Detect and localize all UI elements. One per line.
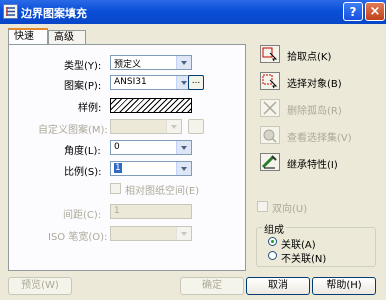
- ok-button[interactable]: 确定: [180, 277, 244, 295]
- custom-pattern-select[interactable]: [110, 119, 182, 134]
- nonassociative-radio[interactable]: [268, 251, 277, 260]
- type-select[interactable]: 预定义: [110, 55, 192, 70]
- double-label: 双向(U): [272, 204, 308, 215]
- scale-label: 比例(S):: [64, 167, 102, 178]
- help-title-button[interactable]: ?: [343, 2, 363, 21]
- scale-select[interactable]: 1: [110, 161, 192, 176]
- view-selections-button[interactable]: [260, 126, 280, 144]
- composition-group-title: 组成: [262, 221, 286, 236]
- angle-label: 角度(L):: [64, 146, 101, 157]
- relative-paperspace-label: 相对图纸空间(E): [125, 186, 200, 197]
- type-label: 类型(Y):: [64, 61, 102, 72]
- custom-pattern-browse-button[interactable]: [188, 119, 204, 134]
- custom-pattern-label: 自定义图案(M):: [38, 125, 108, 136]
- spacing-input[interactable]: 1: [110, 204, 192, 219]
- remove-islands-icon: [263, 101, 277, 115]
- pick-points-label[interactable]: 拾取点(K): [287, 48, 331, 63]
- chevron-down-icon[interactable]: [176, 56, 191, 69]
- pick-points-button[interactable]: [260, 45, 280, 63]
- hatch-sample-swatch[interactable]: [110, 98, 192, 113]
- relative-paperspace-checkbox[interactable]: [110, 183, 121, 194]
- help-button[interactable]: 帮助(H): [312, 277, 376, 295]
- spacing-label: 间距(C):: [63, 210, 102, 221]
- inherit-properties-button[interactable]: [260, 153, 280, 171]
- inherit-properties-label[interactable]: 继承特性(I): [287, 156, 338, 171]
- angle-select[interactable]: 0: [110, 140, 192, 155]
- close-button[interactable]: ×: [365, 2, 385, 21]
- associative-label[interactable]: 关联(A): [281, 236, 316, 251]
- chevron-down-icon[interactable]: [176, 162, 191, 175]
- sample-label: 样例:: [78, 103, 102, 114]
- app-icon: [3, 4, 18, 19]
- scale-value: 1: [114, 163, 122, 173]
- pattern-label: 图案(P):: [64, 81, 102, 92]
- title-bar: 边界图案填充 ? ×: [0, 0, 386, 24]
- select-objects-label[interactable]: 选择对象(B): [287, 75, 342, 90]
- cancel-button[interactable]: 取消: [246, 277, 310, 295]
- remove-islands-button[interactable]: [260, 99, 280, 117]
- pattern-browse-button[interactable]: ...: [188, 75, 204, 90]
- pick-points-icon: [262, 47, 278, 62]
- select-objects-button[interactable]: [260, 72, 280, 90]
- tab-advanced[interactable]: 高级: [48, 30, 86, 45]
- associative-radio[interactable]: [268, 237, 277, 246]
- chevron-down-icon[interactable]: [176, 141, 191, 154]
- iso-pen-width-label: ISO 笔宽(O):: [48, 232, 108, 243]
- chevron-down-icon: [166, 120, 181, 133]
- window-title: 边界图案填充: [21, 7, 87, 20]
- view-selections-icon: [263, 129, 277, 143]
- type-value: 预定义: [114, 60, 142, 70]
- double-checkbox[interactable]: [257, 201, 268, 212]
- angle-value: 0: [114, 142, 120, 152]
- hatch-dialog: 边界图案填充 ? × 快速 高级 类型(Y): 预定义 图案(P): ANSI3…: [0, 0, 386, 300]
- select-objects-icon: [262, 74, 278, 89]
- pattern-select[interactable]: ANSI31: [110, 75, 192, 90]
- preview-button[interactable]: 预览(W): [8, 277, 72, 295]
- remove-islands-label[interactable]: 删除孤岛(R): [287, 102, 342, 117]
- chevron-down-icon: [176, 227, 191, 240]
- iso-pen-width-select[interactable]: [110, 226, 192, 241]
- pattern-value: ANSI31: [114, 77, 147, 87]
- nonassociative-label[interactable]: 不关联(N): [281, 250, 326, 265]
- view-selections-label[interactable]: 查看选择集(V): [287, 129, 352, 144]
- inherit-properties-icon: [261, 155, 277, 169]
